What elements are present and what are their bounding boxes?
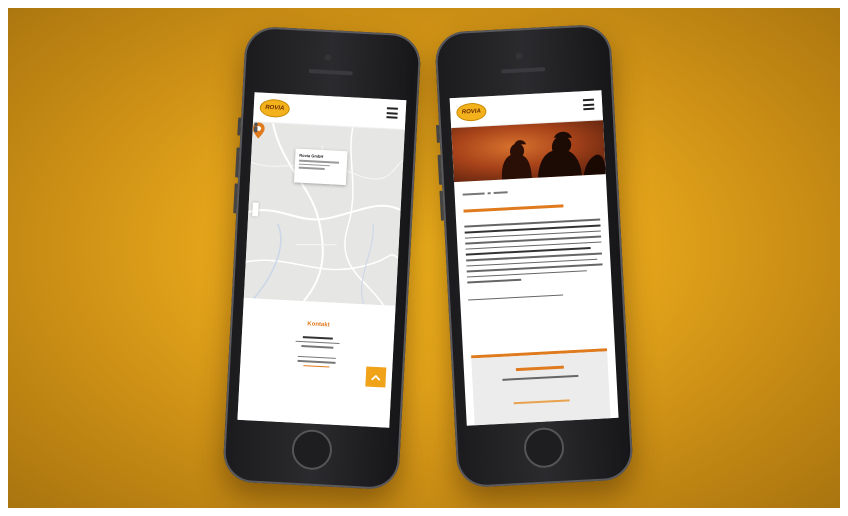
- screen-article-page: ROVIA: [449, 90, 619, 426]
- phone-mute-switch: [237, 117, 242, 136]
- map-embed[interactable]: Rovia GmbH: [243, 122, 405, 306]
- phone-volume-up: [437, 154, 443, 185]
- contact-cta-box: [471, 351, 611, 426]
- logo-text: ROVIA: [265, 104, 285, 112]
- phone-volume-up: [235, 147, 240, 178]
- phone-speaker: [308, 69, 353, 76]
- home-button: [523, 426, 566, 469]
- backdrop: ROVIA Rovia GmbH Kontakt ROVIA: [8, 8, 840, 508]
- cta-link[interactable]: [513, 399, 570, 404]
- screen-contact-page: ROVIA Rovia GmbH Kontakt: [237, 92, 407, 428]
- phone-right: ROVIA: [434, 23, 634, 489]
- map-zoom-control[interactable]: [252, 202, 259, 217]
- contact-address: [240, 333, 393, 371]
- breadcrumb[interactable]: [462, 191, 508, 196]
- article-body: [464, 218, 604, 301]
- phone-mute-switch: [436, 124, 440, 143]
- hamburger-icon[interactable]: [582, 98, 595, 111]
- brand-logo[interactable]: ROVIA: [259, 98, 291, 119]
- logo-text: ROVIA: [461, 108, 482, 116]
- scroll-to-top-button[interactable]: [365, 366, 387, 388]
- contact-section: Kontakt: [237, 297, 396, 428]
- contact-title: Kontakt: [307, 321, 330, 329]
- phone-volume-down: [233, 183, 238, 214]
- phone-camera: [324, 53, 332, 62]
- brand-logo[interactable]: ROVIA: [455, 102, 487, 122]
- hamburger-icon[interactable]: [386, 107, 398, 119]
- hero-image: [451, 120, 606, 183]
- cta-subtitle: [502, 374, 579, 381]
- map-popup: Rovia GmbH: [293, 148, 348, 186]
- phone-left: ROVIA Rovia GmbH Kontakt: [222, 25, 422, 491]
- map-popup-title: Rovia GmbH: [299, 152, 324, 159]
- pegman-icon[interactable]: [252, 122, 259, 133]
- phone-camera: [515, 52, 523, 60]
- cta-title: [515, 365, 564, 372]
- phone-volume-down: [439, 190, 445, 221]
- home-button: [290, 428, 333, 471]
- article-title: [463, 204, 564, 213]
- phone-speaker: [501, 67, 546, 74]
- firefighter-silhouettes: [501, 131, 606, 180]
- chevron-up-icon: [371, 374, 381, 381]
